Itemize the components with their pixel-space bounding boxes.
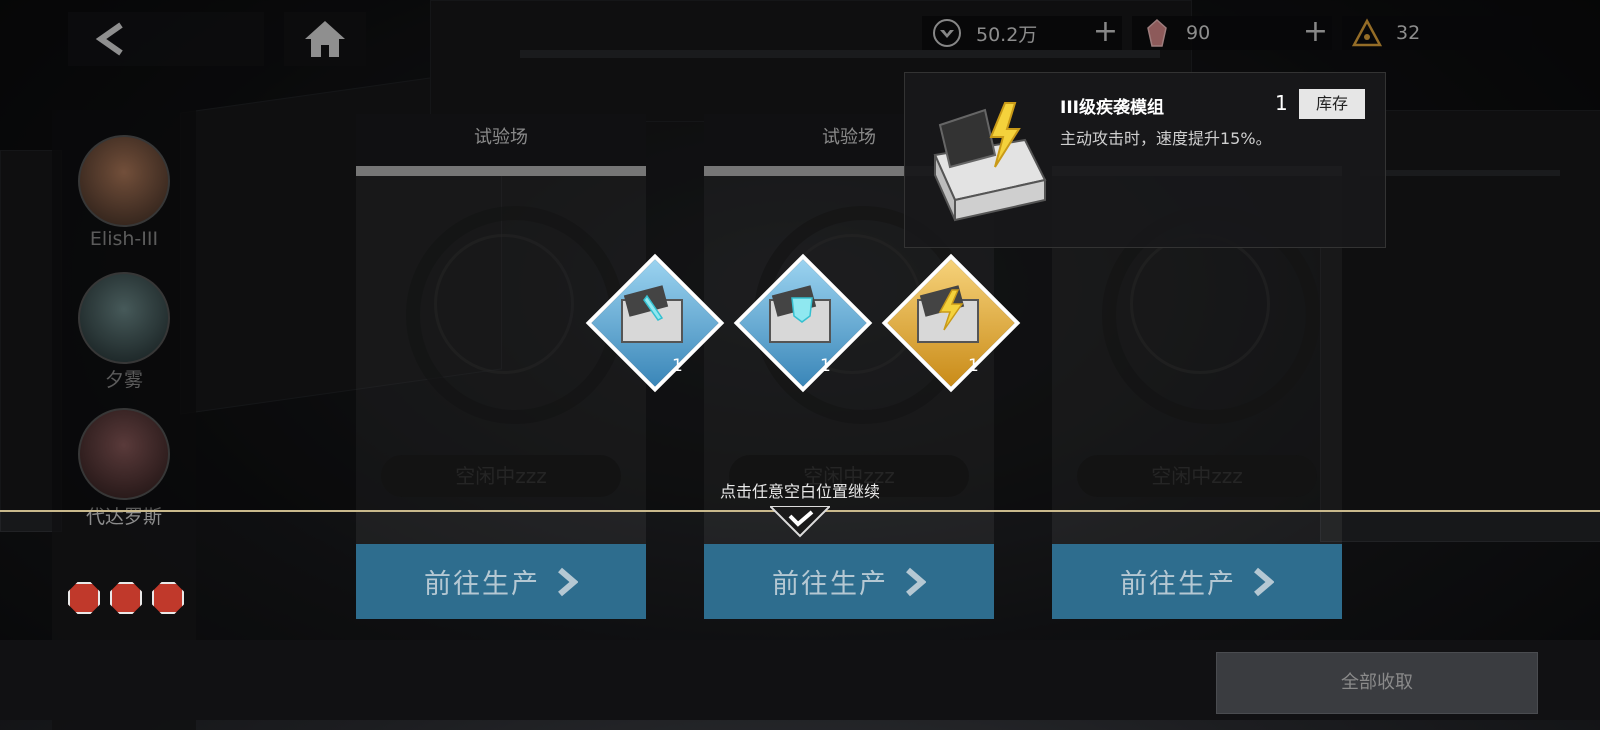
go-produce-label: 前往生产 [1120,569,1236,600]
skill-hex-icon-3 [152,582,184,614]
tooltip-item-name: III级疾袭模组 [1060,98,1164,118]
skill-hex-icon-2 [110,582,142,614]
go-produce-button[interactable]: 前往生产 [356,544,646,619]
chevron-right-icon [1254,567,1274,596]
reward-count: 1 [672,356,683,376]
lightning-module-crate-icon [933,102,1047,222]
chevron-right-icon [558,567,578,596]
stock-label: 库存 [1299,89,1365,119]
tooltip-description: 主动攻击时，速度提升15%。 [1060,129,1272,148]
go-produce-button[interactable]: 前往生产 [704,544,994,619]
blue-sword-module-icon [621,285,683,343]
tooltip-quantity: 1 [1275,91,1288,115]
gold-lightning-module-icon [917,285,979,343]
checkmark-icon [770,506,830,538]
item-tooltip: III级疾袭模组 1 库存 主动攻击时，速度提升15%。 [904,72,1386,248]
go-produce-label: 前往生产 [772,569,888,600]
go-produce-button[interactable]: 前往生产 [1052,544,1342,619]
chevron-right-icon [906,567,926,596]
blue-armor-module-icon [769,285,831,343]
reward-count: 1 [968,356,979,376]
go-produce-label: 前往生产 [424,569,540,600]
reward-count: 1 [820,356,831,376]
continue-hint: 点击任意空白位置继续 [719,482,880,501]
reward-item-1[interactable]: 1 [585,253,725,393]
collect-all-button[interactable]: 全部收取 [1216,652,1538,714]
skill-hex-icon-1 [68,582,100,614]
reward-item-2[interactable]: 1 [733,253,873,393]
reward-item-3[interactable]: 1 [881,253,1021,393]
